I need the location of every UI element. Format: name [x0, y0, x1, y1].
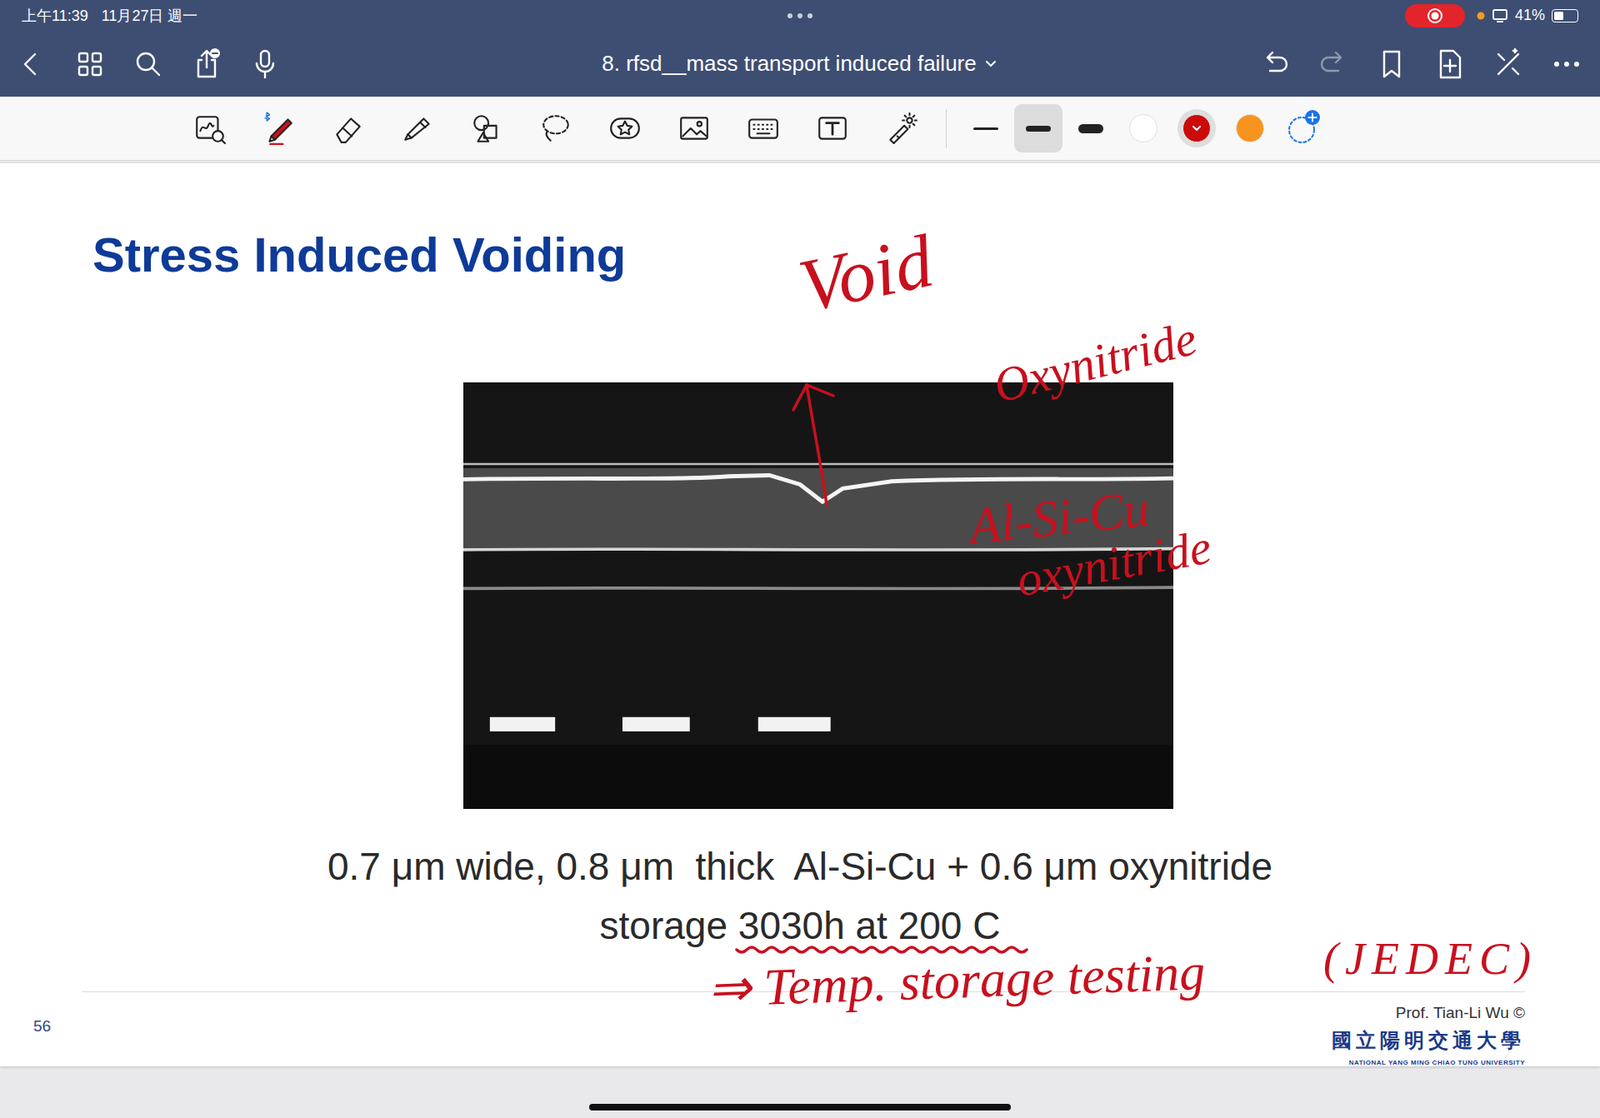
tool-button[interactable] — [382, 103, 452, 154]
color-ring — [1124, 109, 1163, 148]
color-ring — [1230, 109, 1270, 148]
redo-icon[interactable] — [1315, 45, 1352, 83]
battery-icon — [1551, 9, 1579, 23]
annotation-strokes — [0, 163, 1600, 1067]
color-swatch[interactable] — [1116, 103, 1170, 154]
title-text[interactable]: 8. rfsd__mass transport induced failure — [601, 50, 976, 77]
stroke-width-button[interactable] — [1064, 103, 1117, 154]
orange-dot-icon — [1476, 11, 1485, 20]
stroke-line — [1078, 124, 1104, 134]
status-time: 上午11:39 — [21, 5, 89, 26]
tool-button[interactable] — [244, 103, 314, 154]
home-indicator[interactable] — [589, 1104, 1011, 1111]
stroke-width-option[interactable] — [1066, 104, 1115, 153]
tool-button[interactable] — [313, 103, 383, 154]
status-date: 11月27日 週一 — [101, 5, 199, 26]
toolbar-divider — [945, 109, 947, 148]
tool-button[interactable] — [659, 103, 729, 154]
chevron-down-icon[interactable] — [985, 60, 997, 69]
tool-button[interactable] — [866, 103, 936, 154]
multitask-dots-icon[interactable] — [785, 11, 815, 20]
more-icon[interactable] — [1548, 45, 1585, 83]
tool-button[interactable] — [451, 103, 521, 154]
recording-indicator[interactable] — [1405, 4, 1465, 28]
highlighter-icon[interactable] — [400, 111, 435, 145]
stroke-width-button[interactable] — [1011, 103, 1065, 154]
add-page-icon[interactable] — [1431, 45, 1469, 83]
screen-mirror-icon — [1491, 8, 1509, 24]
color-dot — [1129, 114, 1158, 143]
stroke-width-button[interactable] — [959, 103, 1012, 154]
search-icon[interactable] — [130, 45, 167, 83]
slide-page[interactable]: Stress Induced Voiding0.7 μm wide, 0.8 μ… — [0, 163, 1600, 1067]
handwritten-note: ⇒ Temp. storage testing — [706, 945, 1206, 1015]
handwritten-note: Void — [793, 223, 940, 325]
eraser-icon[interactable] — [331, 111, 365, 145]
university-name: 國立陽明交通大學 — [1331, 1027, 1525, 1055]
color-dot — [1182, 114, 1211, 143]
grid-icon[interactable] — [71, 45, 109, 83]
chevron-down-icon — [1191, 125, 1202, 132]
toolbar — [0, 96, 1600, 161]
nav-left — [13, 45, 602, 83]
battery-percent: 41% — [1515, 6, 1545, 25]
stroke-width-option[interactable] — [1014, 104, 1063, 153]
status-left: 上午11:39 11月27日 週一 — [21, 5, 785, 26]
back-icon[interactable] — [13, 45, 50, 83]
keyboard-icon[interactable] — [746, 111, 780, 145]
document-title[interactable]: 8. rfsd__mass transport induced failure — [601, 50, 996, 77]
record-icon — [1426, 7, 1444, 25]
add-color-button[interactable] — [1276, 103, 1330, 154]
tool-button[interactable] — [175, 103, 245, 154]
color-swatch[interactable] — [1223, 103, 1277, 154]
zoom-icon[interactable] — [193, 111, 227, 145]
caption-line: 0.7 μm wide, 0.8 μm thick Al-Si-Cu + 0.6… — [0, 837, 1600, 897]
stroke-line — [973, 127, 999, 130]
lasso-icon[interactable] — [539, 111, 573, 145]
add-color-icon[interactable] — [1284, 109, 1323, 148]
sticker-icon[interactable] — [608, 111, 642, 145]
tool-button[interactable] — [520, 103, 590, 154]
nav-bar: 8. rfsd__mass transport induced failure — [0, 30, 1600, 97]
tool-button[interactable] — [797, 103, 867, 154]
university-name-en: NATIONAL YANG MING CHIAO TUNG UNIVERSITY — [1349, 1059, 1525, 1067]
stroke-width-option[interactable] — [961, 104, 1010, 153]
status-right: 41% — [815, 4, 1579, 28]
pen-icon[interactable] — [262, 111, 296, 145]
image-icon[interactable] — [677, 111, 711, 145]
handwritten-note: (JEDEC) — [1323, 936, 1538, 982]
tool-button[interactable] — [728, 103, 798, 154]
shapes-icon[interactable] — [470, 111, 504, 145]
tools-off-icon[interactable] — [1490, 45, 1527, 83]
share-icon[interactable] — [188, 45, 225, 83]
color-ring — [1177, 109, 1216, 148]
stroke-line — [1025, 125, 1051, 132]
color-swatch[interactable] — [1170, 103, 1224, 154]
microphone-icon[interactable] — [246, 45, 284, 83]
nav-right — [996, 45, 1585, 83]
color-dot — [1235, 114, 1265, 143]
bookmark-icon[interactable] — [1373, 45, 1410, 83]
laser-icon[interactable] — [885, 111, 919, 145]
status-bar: 上午11:39 11月27日 週一 41% — [0, 0, 1600, 31]
undo-icon[interactable] — [1256, 45, 1294, 83]
tool-button[interactable] — [590, 103, 660, 154]
credit-block: Prof. Tian-Li Wu © 國立陽明交通大學 NATIONAL YANG … — [1331, 1004, 1525, 1067]
battery-fill — [1554, 11, 1564, 20]
credit-text: Prof. Tian-Li Wu © — [1395, 1004, 1525, 1023]
page-number: 56 — [33, 1017, 51, 1036]
bottom-area — [0, 1066, 1600, 1118]
text-icon[interactable] — [815, 111, 850, 145]
